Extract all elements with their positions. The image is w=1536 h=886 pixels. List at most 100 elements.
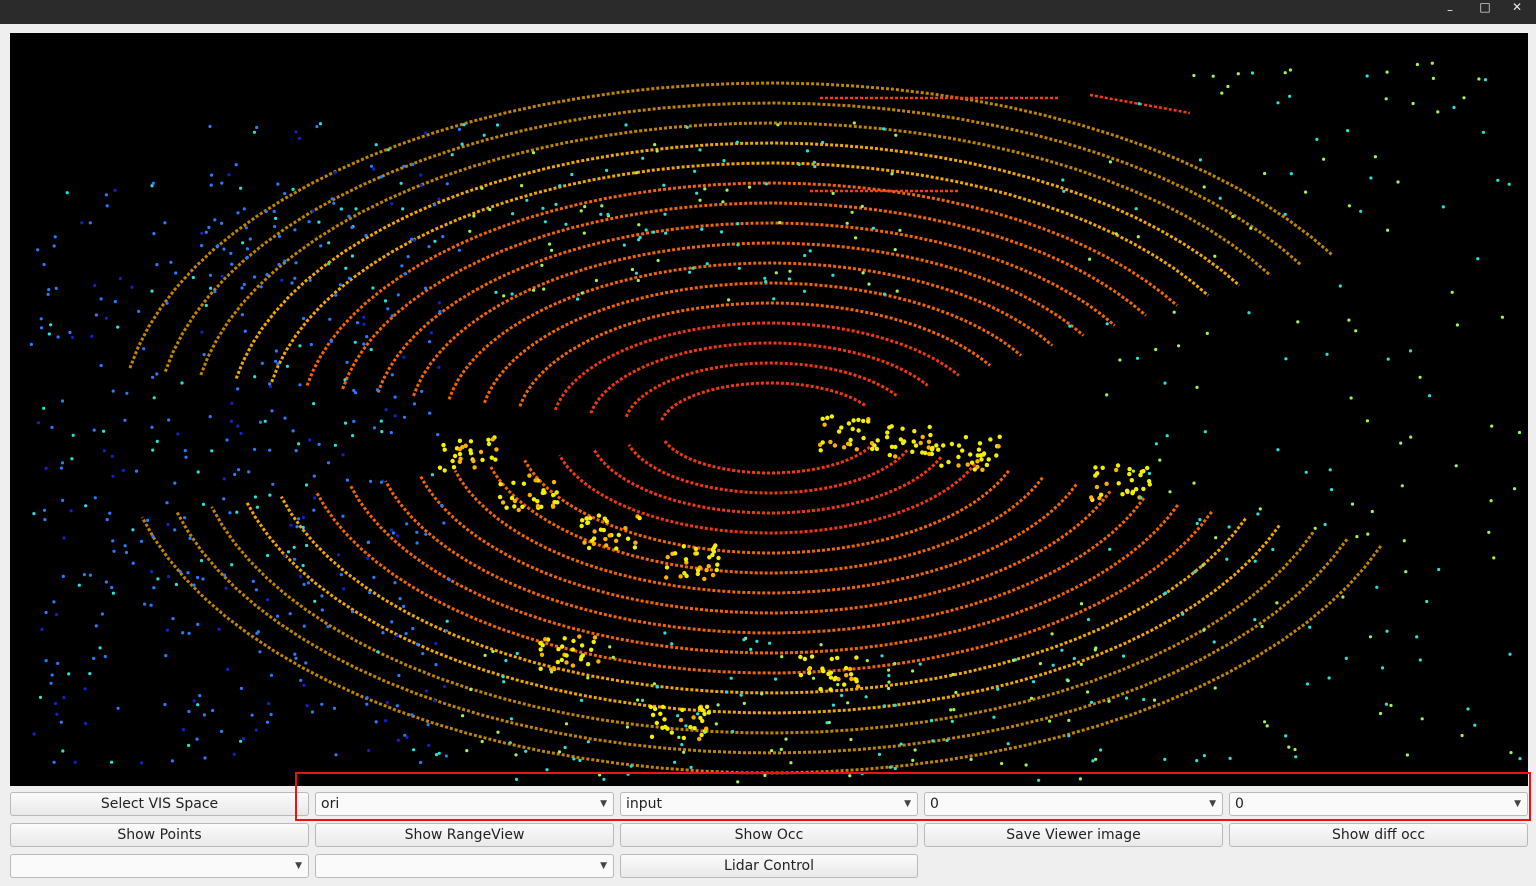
lidar-control-button[interactable]: Lidar Control xyxy=(620,854,918,878)
point xyxy=(380,430,384,434)
point xyxy=(772,297,776,301)
point xyxy=(812,160,817,164)
point xyxy=(375,388,379,392)
point xyxy=(442,447,447,452)
point xyxy=(889,444,895,449)
point xyxy=(320,702,324,706)
point xyxy=(807,670,812,676)
minimize-icon[interactable]: – xyxy=(1438,4,1462,18)
index-combo-b[interactable]: 0 ▼ xyxy=(1229,792,1528,816)
close-icon[interactable]: ✕ xyxy=(1505,1,1529,15)
scan-ring xyxy=(175,511,1349,755)
point xyxy=(451,465,457,470)
vis-space-combo[interactable]: ori ▼ xyxy=(315,792,614,816)
point xyxy=(309,342,313,347)
point xyxy=(259,285,263,289)
point xyxy=(514,777,519,782)
show-diff-occ-button[interactable]: Show diff occ xyxy=(1229,823,1528,847)
point xyxy=(554,202,558,206)
point xyxy=(1389,703,1393,708)
point xyxy=(302,316,306,321)
point xyxy=(230,401,234,405)
scan-ring xyxy=(245,501,1281,715)
point xyxy=(1341,595,1345,599)
point xyxy=(1477,77,1481,81)
point xyxy=(219,729,224,734)
point xyxy=(1105,322,1109,326)
point xyxy=(350,225,354,230)
scan-ring xyxy=(662,438,875,475)
point xyxy=(1489,499,1493,503)
point xyxy=(415,541,419,545)
show-occ-button[interactable]: Show Occ xyxy=(620,823,918,847)
input-combo[interactable]: input ▼ xyxy=(620,792,918,816)
chevron-down-icon: ▼ xyxy=(600,861,607,871)
point xyxy=(183,449,187,453)
point xyxy=(70,457,74,461)
point xyxy=(88,221,92,225)
point xyxy=(650,712,656,718)
point xyxy=(1181,612,1185,616)
point xyxy=(222,477,226,481)
point xyxy=(396,534,400,538)
point xyxy=(365,335,369,339)
point xyxy=(38,695,43,700)
point-cloud-viewer[interactable] xyxy=(10,33,1528,786)
point xyxy=(240,286,244,290)
point xyxy=(1415,62,1419,67)
point xyxy=(1163,381,1167,385)
show-points-button[interactable]: Show Points xyxy=(10,823,309,847)
point xyxy=(963,435,969,440)
point xyxy=(591,536,597,541)
point xyxy=(155,372,159,376)
point xyxy=(532,288,536,292)
point xyxy=(613,538,619,543)
point xyxy=(585,662,591,667)
point xyxy=(1323,522,1327,527)
point xyxy=(312,508,316,512)
point xyxy=(1304,470,1308,474)
point-cloud-canvas[interactable] xyxy=(10,33,1528,786)
point xyxy=(965,462,970,467)
point xyxy=(1168,490,1172,494)
point xyxy=(1195,385,1199,389)
point xyxy=(768,641,772,645)
point xyxy=(695,571,700,577)
point xyxy=(1147,471,1151,476)
point xyxy=(199,559,204,563)
point xyxy=(156,577,160,581)
index-combo-a[interactable]: 0 ▼ xyxy=(924,792,1223,816)
save-viewer-image-button[interactable]: Save Viewer image xyxy=(924,823,1223,847)
point xyxy=(82,573,86,577)
point xyxy=(255,125,259,130)
point xyxy=(369,347,373,352)
maximize-icon[interactable]: □ xyxy=(1473,1,1497,15)
point xyxy=(254,588,258,592)
point xyxy=(538,666,543,671)
point xyxy=(480,186,484,190)
point xyxy=(80,221,84,225)
point xyxy=(327,241,331,245)
point xyxy=(1213,686,1217,690)
point xyxy=(222,497,226,501)
point xyxy=(304,483,309,487)
point xyxy=(402,604,406,609)
select-vis-space-button[interactable]: Select VIS Space xyxy=(10,792,309,816)
point xyxy=(1355,535,1359,539)
point xyxy=(196,470,200,474)
point xyxy=(931,739,935,743)
point xyxy=(181,728,185,732)
point xyxy=(294,130,298,134)
point xyxy=(83,687,87,691)
point xyxy=(856,417,861,423)
show-rangeview-button[interactable]: Show RangeView xyxy=(315,823,614,847)
option-combo-2[interactable]: ▼ xyxy=(315,854,614,878)
point xyxy=(887,668,891,672)
point xyxy=(1350,502,1355,506)
point xyxy=(469,687,473,692)
point xyxy=(390,373,394,377)
option-combo-1[interactable]: ▼ xyxy=(10,854,309,878)
point xyxy=(525,198,529,202)
point xyxy=(202,713,206,717)
point xyxy=(239,186,243,190)
